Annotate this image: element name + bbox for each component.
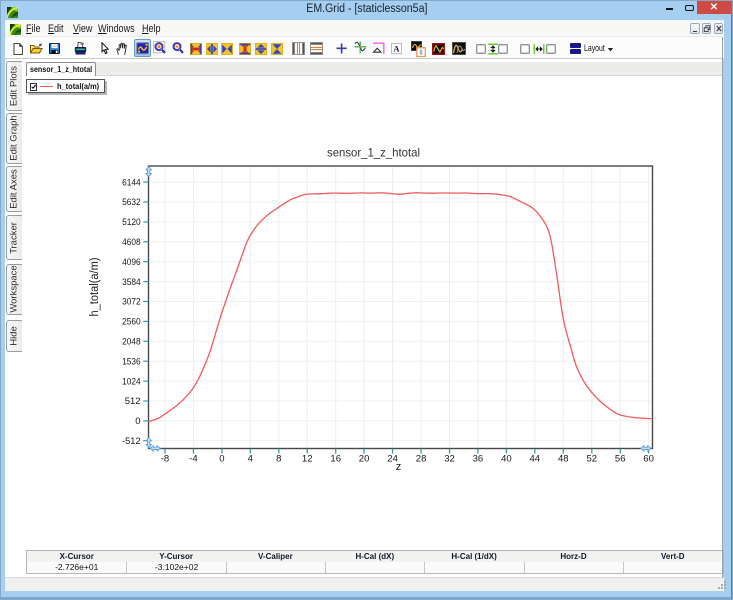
svg-text:36: 36 bbox=[473, 454, 484, 465]
svg-text:0: 0 bbox=[219, 454, 224, 465]
svg-text:2048: 2048 bbox=[122, 337, 141, 348]
svg-text:4096: 4096 bbox=[122, 257, 141, 268]
svg-text:3072: 3072 bbox=[122, 297, 141, 308]
svg-text:0: 0 bbox=[135, 416, 140, 427]
svg-text:512: 512 bbox=[125, 396, 141, 407]
svg-text:-8: -8 bbox=[161, 454, 169, 465]
svg-text:z: z bbox=[396, 461, 402, 473]
svg-text:52: 52 bbox=[587, 454, 598, 465]
svg-text:20: 20 bbox=[359, 454, 370, 465]
svg-text:28: 28 bbox=[416, 454, 427, 465]
svg-text:-512: -512 bbox=[122, 436, 141, 447]
svg-text:8: 8 bbox=[276, 454, 281, 465]
svg-text:4608: 4608 bbox=[122, 237, 141, 248]
svg-text:44: 44 bbox=[530, 454, 541, 465]
svg-text:40: 40 bbox=[501, 454, 512, 465]
svg-text:60: 60 bbox=[643, 454, 654, 465]
svg-text:-4: -4 bbox=[189, 454, 197, 465]
svg-text:32: 32 bbox=[444, 454, 455, 465]
svg-text:16: 16 bbox=[330, 454, 341, 465]
svg-text:48: 48 bbox=[558, 454, 569, 465]
svg-text:4: 4 bbox=[248, 454, 253, 465]
svg-text:1024: 1024 bbox=[122, 376, 141, 387]
svg-text:sensor_1_z_htotal: sensor_1_z_htotal bbox=[327, 146, 420, 160]
svg-text:56: 56 bbox=[615, 454, 626, 465]
svg-text:1536: 1536 bbox=[122, 356, 141, 367]
svg-text:h_total(a/m): h_total(a/m) bbox=[89, 257, 101, 316]
svg-text:5120: 5120 bbox=[122, 217, 141, 228]
svg-text:3584: 3584 bbox=[122, 277, 141, 288]
svg-text:12: 12 bbox=[302, 454, 313, 465]
svg-text:5632: 5632 bbox=[122, 197, 141, 208]
svg-text:6144: 6144 bbox=[122, 177, 141, 188]
svg-text:2560: 2560 bbox=[122, 317, 141, 328]
